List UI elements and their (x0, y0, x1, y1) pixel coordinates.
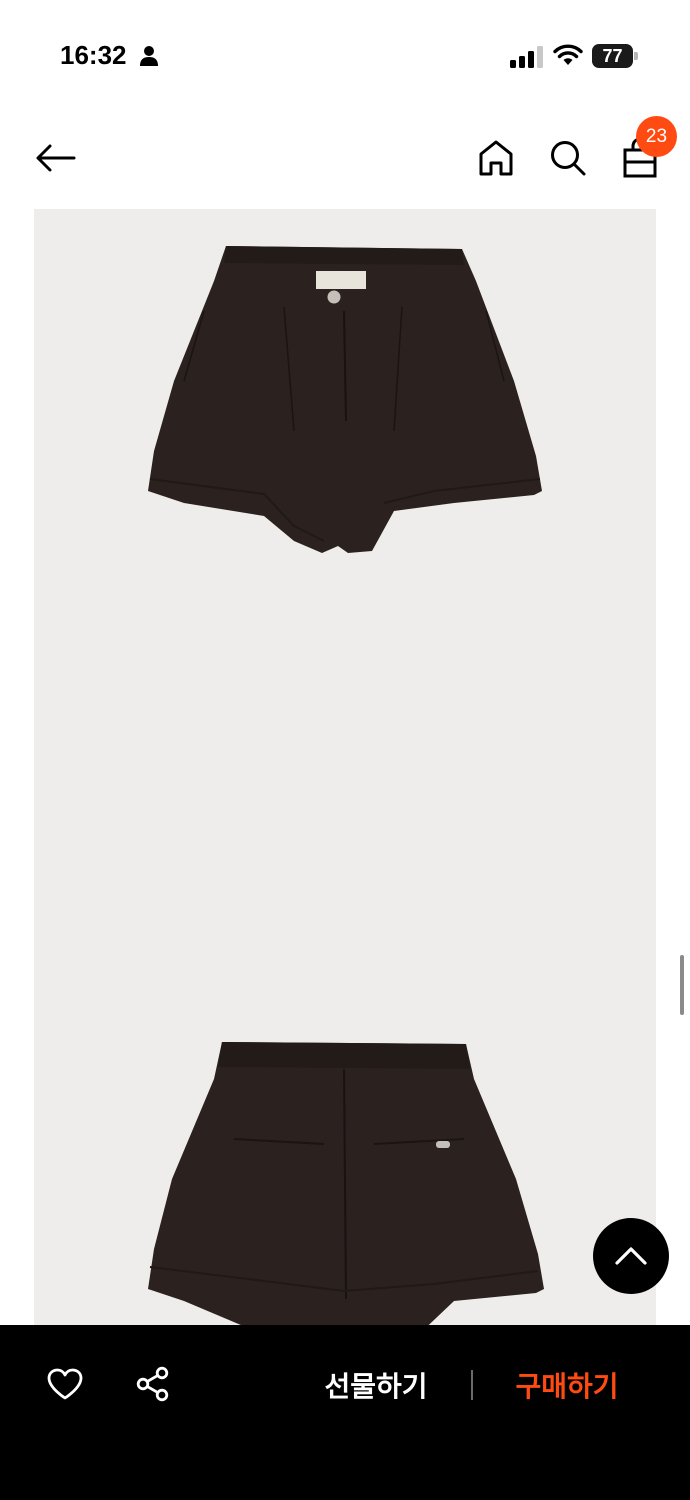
wifi-icon (553, 44, 583, 65)
status-bar: 16:32 77 (0, 0, 690, 100)
arrow-left-icon (36, 144, 76, 171)
scroll-indicator[interactable] (680, 955, 684, 1015)
bottom-action-bar: 선물하기 구매하기 (0, 1325, 690, 1500)
scroll-to-top-button[interactable] (593, 1218, 669, 1294)
search-icon (551, 141, 586, 176)
product-detail-screen: 16:32 77 23 선물하기 구매하기 (0, 0, 690, 1500)
heart-icon (47, 1368, 83, 1400)
cart-count-badge: 23 (636, 116, 677, 157)
buy-button[interactable]: 구매하기 (500, 1363, 634, 1407)
battery-level: 77 (592, 44, 633, 68)
shorts-back-image (148, 1042, 544, 1325)
divider (471, 1370, 473, 1400)
status-time: 16:32 (60, 40, 127, 70)
gift-button[interactable]: 선물하기 (310, 1363, 442, 1407)
share-button[interactable] (132, 1363, 174, 1405)
shorts-front-image (148, 246, 542, 553)
search-button[interactable] (546, 135, 590, 181)
battery-cap (634, 52, 638, 60)
person-icon (140, 46, 158, 66)
share-icon (136, 1366, 169, 1402)
chevron-up-icon (615, 1247, 647, 1265)
home-icon (479, 140, 513, 176)
product-image-gallery[interactable] (34, 209, 656, 1325)
home-button[interactable] (474, 135, 518, 181)
cellular-signal-icon (510, 46, 543, 68)
battery-icon: 77 (592, 44, 638, 68)
top-navigation (0, 110, 690, 205)
back-button[interactable] (30, 135, 80, 180)
like-button[interactable] (44, 1363, 86, 1405)
